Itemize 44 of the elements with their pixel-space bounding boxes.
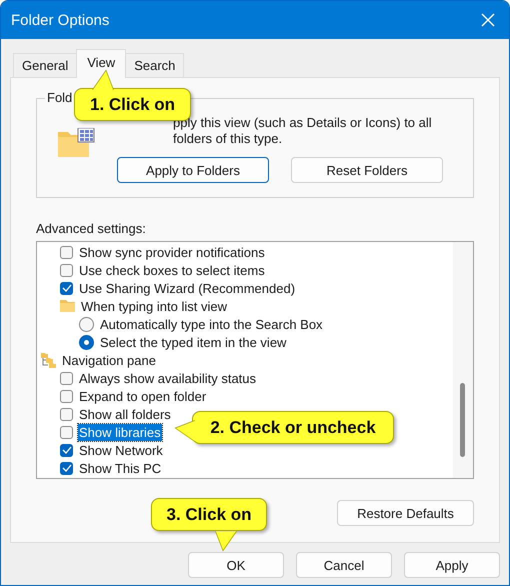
setting-label[interactable]: Show sync provider notifications — [78, 244, 266, 260]
checkbox[interactable] — [60, 408, 73, 420]
tab[interactable]: View — [76, 49, 126, 78]
dialog-button[interactable]: Cancel — [296, 552, 392, 578]
folder-tree-icon — [41, 352, 56, 368]
radio-button[interactable] — [79, 316, 94, 332]
checkbox[interactable] — [60, 264, 73, 276]
folder-icon — [60, 300, 75, 312]
tab[interactable]: General — [13, 53, 78, 77]
checkbox[interactable] — [60, 462, 73, 474]
folder-button[interactable]: Apply to Folders — [117, 157, 269, 183]
setting-label[interactable]: Show Network — [78, 442, 164, 458]
checkbox[interactable] — [60, 444, 73, 456]
checkbox[interactable] — [60, 426, 73, 438]
window-title: Folder Options — [11, 12, 110, 28]
callout-text: 1. Click on — [90, 94, 176, 114]
folder-button[interactable]: Reset Folders — [291, 157, 443, 183]
setting-label[interactable]: Always show availability status — [78, 370, 258, 386]
folder-grid-icon — [57, 128, 95, 158]
dialog-button[interactable]: Apply — [404, 552, 500, 578]
setting-label[interactable]: Show libraries — [78, 424, 162, 440]
setting-label[interactable]: When typing into list view — [80, 298, 228, 314]
tab[interactable]: Search — [125, 53, 184, 77]
checkbox[interactable] — [60, 372, 73, 384]
radio-button[interactable] — [79, 334, 94, 350]
restore-defaults-button[interactable]: Restore Defaults — [337, 500, 474, 526]
callout-text: 2. Check or uncheck — [210, 418, 376, 438]
checkbox[interactable] — [60, 246, 73, 258]
close-icon[interactable] — [481, 13, 495, 27]
setting-label[interactable]: Automatically type into the Search Box — [99, 316, 324, 332]
checkbox[interactable] — [60, 282, 73, 294]
dialog-button[interactable]: OK — [188, 552, 284, 578]
section-label: Advanced settings: — [36, 221, 147, 236]
checkbox[interactable] — [60, 390, 73, 402]
setting-label[interactable]: Use check boxes to select items — [78, 262, 266, 278]
scrollbar-thumb[interactable] — [460, 383, 465, 457]
group-label: Fold — [45, 90, 74, 105]
callout-text: 3. Click on — [166, 504, 252, 524]
setting-label[interactable]: Expand to open folder — [78, 388, 208, 404]
setting-label[interactable]: Use Sharing Wizard (Recommended) — [78, 280, 296, 296]
setting-label[interactable]: Show all folders — [78, 406, 172, 422]
setting-label[interactable]: Navigation pane — [61, 352, 157, 368]
setting-label[interactable]: Select the typed item in the view — [99, 334, 288, 350]
setting-label[interactable]: Show This PC — [78, 460, 162, 476]
